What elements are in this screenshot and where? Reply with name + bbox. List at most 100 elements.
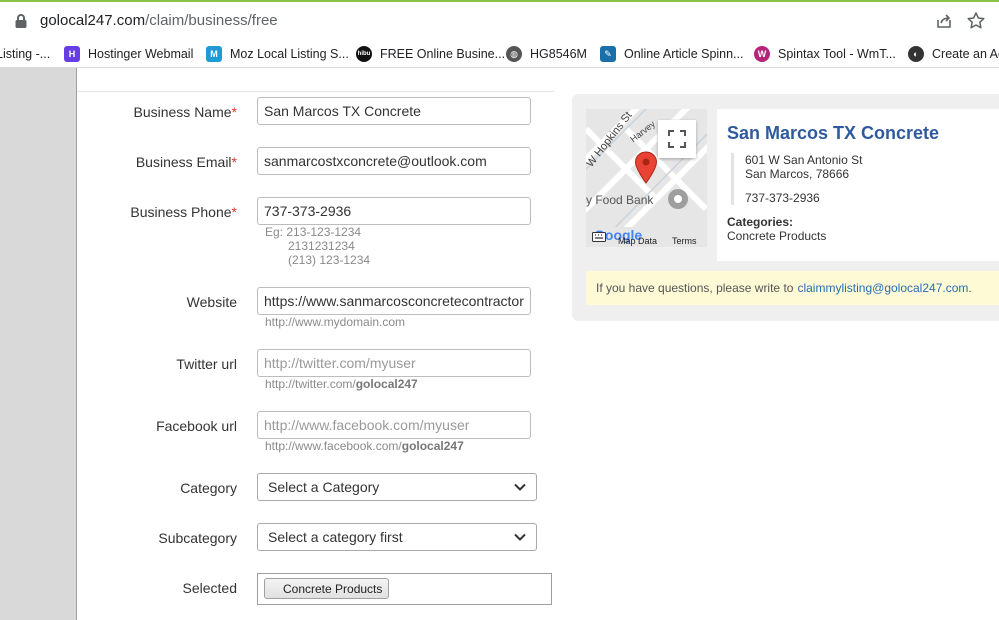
categories-value: Concrete Products — [727, 229, 827, 243]
url-text[interactable]: golocal247.com/claim/business/free — [40, 12, 278, 29]
bookmark-hibu[interactable]: hibu FREE Online Busine... — [356, 44, 505, 64]
label-text: Business Email — [135, 154, 232, 170]
bookmark-label: Hostinger Webmail — [88, 47, 194, 61]
url-domain: golocal247.com — [40, 12, 146, 29]
category-select[interactable]: Select a Category — [257, 473, 537, 501]
bookmark-label: Create an Ac — [932, 47, 999, 61]
hint-prefix: http://twitter.com/ — [265, 377, 356, 391]
notice-email-link[interactable]: claimmylisting@golocal247.com — [797, 281, 968, 295]
globe-icon: ◍ — [506, 46, 522, 62]
bookmarks-bar: Listing -... H Hostinger Webmail M Moz Loc… — [0, 39, 999, 68]
bookmark-label: FREE Online Busine... — [380, 47, 506, 61]
website-input[interactable] — [257, 287, 531, 315]
hibu-icon: hibu — [356, 46, 372, 62]
share-icon[interactable] — [935, 12, 953, 30]
bookmark-label: HG8546M — [530, 47, 587, 61]
map-widget[interactable]: W Hopkins St Harvey y Food Bank Google M… — [586, 109, 707, 247]
url-path: /claim/business/free — [145, 12, 278, 29]
category-label: Category — [77, 480, 237, 496]
phone-hint-3: (213) 123-1234 — [288, 253, 371, 267]
website-label: Website — [77, 294, 237, 310]
facebook-input[interactable] — [257, 411, 531, 439]
bookmark-moz[interactable]: M Moz Local Listing S... — [206, 44, 349, 64]
twitter-label: Twitter url — [77, 356, 237, 372]
facebook-label: Facebook url — [77, 418, 237, 434]
bookmark-hg8546m[interactable]: ◍ HG8546M — [506, 44, 587, 64]
bookmark-label: Spintax Tool - WmT... — [778, 47, 896, 61]
chevron-down-icon — [514, 483, 526, 491]
chevron-down-icon — [514, 533, 526, 541]
form-divider — [78, 91, 554, 92]
address-bar[interactable]: golocal247.com/claim/business/free — [0, 2, 999, 39]
business-phone: 737-373-2936 — [745, 191, 820, 205]
label-text: Business Name — [133, 104, 232, 120]
business-email-input[interactable] — [257, 147, 531, 175]
label-text: Selected — [182, 580, 237, 596]
moz-icon: M — [206, 46, 222, 62]
map-data-link[interactable]: Map Data — [618, 236, 657, 246]
notice-text: If you have questions, please write to — [596, 281, 794, 295]
tag-label: Concrete Products — [283, 581, 383, 596]
label-text: Subcategory — [158, 530, 237, 546]
spinner-icon: ✎ — [600, 46, 616, 62]
selected-label: Selected — [77, 580, 237, 596]
subcategory-label: Subcategory — [77, 530, 237, 546]
business-title: San Marcos TX Concrete — [727, 123, 940, 143]
hint-prefix: http://www.facebook.com/ — [265, 439, 402, 453]
listing-preview-card: W Hopkins St Harvey y Food Bank Google M… — [572, 94, 999, 321]
bookmark-create[interactable]: ◐ Create an Ac — [908, 44, 999, 64]
left-gutter — [0, 68, 77, 620]
label-text: Business Phone — [130, 204, 232, 220]
label-text: Facebook url — [156, 418, 237, 434]
spintax-icon: W — [754, 46, 770, 62]
business-info-panel: San Marcos TX Concrete 601 W San Antonio… — [717, 109, 999, 261]
map-terms-link[interactable]: Terms — [672, 236, 697, 246]
phone-hint-2: 2131231234 — [288, 239, 355, 253]
bookmark-listing[interactable]: Listing -... — [0, 44, 50, 64]
bookmark-hostinger[interactable]: H Hostinger Webmail — [64, 44, 193, 64]
address-line-1: 601 W San Antonio St — [745, 153, 863, 167]
address-line-2: San Marcos, 78666 — [745, 167, 850, 181]
fullscreen-button[interactable] — [658, 120, 696, 158]
required-mark: * — [231, 154, 237, 170]
bookmark-label: Online Article Spinn... — [624, 47, 744, 61]
bookmark-star-icon[interactable] — [966, 11, 986, 31]
bookmark-article-spinner[interactable]: ✎ Online Article Spinn... — [600, 44, 744, 64]
bookmark-spintax[interactable]: W Spintax Tool - WmT... — [754, 44, 896, 64]
map-poi-label: y Food Bank — [586, 193, 654, 207]
notice-end: . — [968, 281, 972, 295]
label-text: Website — [186, 294, 237, 310]
business-phone-label: Business Phone* — [77, 204, 237, 220]
selected-category-tag[interactable]: Concrete Products — [264, 578, 390, 599]
subcategory-select[interactable]: Select a category first — [257, 523, 537, 551]
bookmark-label: Listing -... — [0, 47, 51, 61]
fullscreen-icon — [668, 130, 686, 148]
selected-categories-box[interactable]: Concrete Products — [257, 573, 552, 605]
page-content: Business Name* Business Email* Business … — [0, 68, 999, 620]
help-notice: If you have questions, please write to c… — [586, 271, 999, 305]
business-phone-input[interactable] — [257, 197, 531, 225]
website-hint: http://www.mydomain.com — [265, 315, 406, 329]
required-mark: * — [231, 104, 237, 120]
facebook-hint: http://www.facebook.com/golocal247 — [265, 439, 464, 453]
hint-bold: golocal247 — [401, 439, 464, 453]
business-email-label: Business Email* — [77, 154, 237, 170]
lock-icon — [15, 14, 27, 28]
label-text: Category — [180, 480, 237, 496]
required-mark: * — [231, 204, 237, 220]
subcategory-select-value: Select a category first — [268, 529, 403, 545]
twitter-input[interactable] — [257, 349, 531, 377]
label-text: Twitter url — [176, 356, 237, 372]
hostinger-icon: H — [64, 46, 80, 62]
create-icon: ◐ — [908, 46, 924, 62]
map-pin-icon[interactable] — [634, 151, 658, 185]
twitter-hint: http://twitter.com/golocal247 — [265, 377, 418, 391]
categories-heading: Categories: — [727, 215, 794, 229]
hint-bold: golocal247 — [355, 377, 418, 391]
phone-hint-1: Eg: 213-123-1234 — [265, 225, 362, 239]
category-select-value: Select a Category — [268, 479, 380, 495]
business-name-input[interactable] — [257, 97, 531, 125]
keyboard-icon[interactable] — [592, 231, 606, 243]
bookmark-label: Moz Local Listing S... — [230, 47, 349, 61]
business-name-label: Business Name* — [77, 104, 238, 120]
